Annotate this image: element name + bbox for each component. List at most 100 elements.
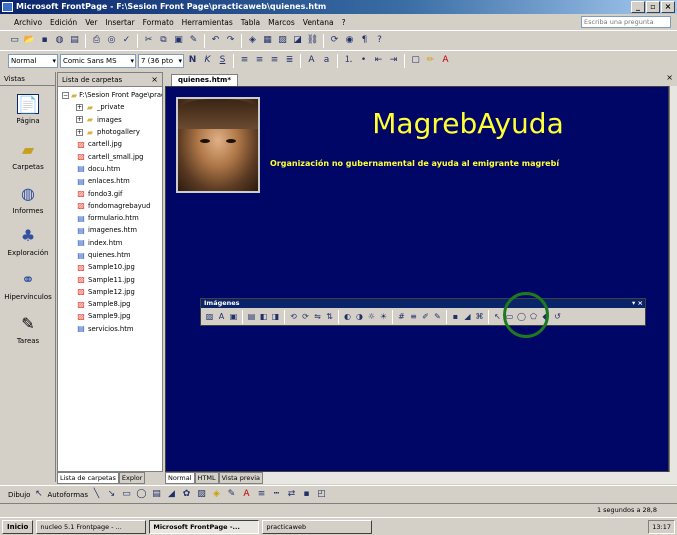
bevel-icon[interactable]: ▪ [450,311,461,322]
rotate-right-icon[interactable]: ⟳ [300,311,311,322]
menu-help[interactable]: ? [342,18,346,27]
tree-item[interactable]: + ▰ photogallery [76,126,162,138]
paste-icon[interactable]: ▣ [172,34,185,47]
paragraph-icon[interactable]: ¶ [358,34,371,47]
menu-marcos[interactable]: Marcos [268,18,295,27]
font-size-select[interactable]: 7 (36 pto [138,53,184,68]
more-contrast-icon[interactable]: ◐ [342,311,353,322]
folder-list-icon[interactable]: ▤ [68,34,81,47]
arrow-style-icon[interactable]: ⇄ [285,488,298,501]
decrease-font-icon[interactable]: a [320,54,333,67]
menu-formato[interactable]: Formato [143,18,174,27]
tree-item[interactable]: + ▰ images [76,114,162,126]
3d-icon[interactable]: ◰ [315,488,328,501]
line-style-icon[interactable]: ≡ [408,311,419,322]
resample-icon[interactable]: ◢ [462,311,473,322]
font-color-icon[interactable]: A [240,488,253,501]
line-icon[interactable]: ╲ [90,488,103,501]
page-editor[interactable]: MagrebAyuda Organización no gubernamenta… [165,86,669,472]
tree-item[interactable]: + ▰ _private [76,101,162,113]
oval-icon[interactable]: ◯ [135,488,148,501]
start-button[interactable]: Inicio [2,519,34,534]
autoshapes-menu[interactable]: Autoformas [47,491,88,499]
preview-icon[interactable]: ◎ [105,34,118,47]
menu-herramientas[interactable]: Herramientas [182,18,233,27]
insert-picture-icon[interactable]: ▨ [204,311,215,322]
rectangle-icon[interactable]: ▭ [120,488,133,501]
minimize-button[interactable]: _ [631,1,645,13]
redo-icon[interactable]: ↷ [224,34,237,47]
close-pane-icon[interactable]: × [151,73,158,87]
tree-item[interactable]: ▤ docu.htm [76,163,162,175]
cut-icon[interactable]: ✂ [142,34,155,47]
tree-item[interactable]: ▨ fondo3.gif [76,187,162,199]
undo-icon[interactable]: ↶ [209,34,222,47]
menu-insertar[interactable]: Insertar [105,18,134,27]
decrease-indent-icon[interactable]: ⇤ [372,54,385,67]
highlight-icon[interactable]: ✏ [424,54,437,67]
spelling-icon[interactable]: ✓ [120,34,133,47]
set-transparent-icon[interactable]: ✐ [420,311,431,322]
format-painter-icon[interactable]: ✎ [187,34,200,47]
tree-item[interactable]: ▨ Sample8.jpg [76,298,162,310]
tab-folder-list[interactable]: Lista de carpetas [57,472,119,484]
toolbar-close-icon[interactable]: ▾ × [632,299,643,308]
tree-item[interactable]: ▨ Sample10.jpg [76,261,162,273]
line-style-icon[interactable]: ≡ [255,488,268,501]
help-icon[interactable]: ? [373,34,386,47]
view-reports[interactable]: ◍ Informes [0,184,56,215]
drawing-icon[interactable]: ◪ [291,34,304,47]
tab-normal[interactable]: Normal [165,472,195,484]
dash-style-icon[interactable]: ┅ [270,488,283,501]
menu-ver[interactable]: Ver [85,18,97,27]
help-question-input[interactable]: Escriba una pregunta [581,16,671,28]
tree-item[interactable]: ▨ fondomagrebayud [76,200,162,212]
restore-icon[interactable]: ↺ [552,311,563,322]
menu-ventana[interactable]: Ventana [303,18,334,27]
stop-icon[interactable]: ◉ [343,34,356,47]
view-hyperlinks[interactable]: ⚭ Hipervínculos [0,270,56,301]
italic-icon[interactable]: K [201,54,214,67]
underline-icon[interactable]: S [216,54,229,67]
view-page[interactable]: 📄 Página [0,94,56,125]
tree-item[interactable]: ▨ cartell_small.jpg [76,150,162,162]
insert-table-icon[interactable]: ▦ [261,34,274,47]
align-left-icon[interactable]: ≡ [238,54,251,67]
tree-item[interactable]: ▤ servicios.htm [76,323,162,335]
shadow-icon[interactable]: ▪ [300,488,313,501]
flip-vertical-icon[interactable]: ⇅ [324,311,335,322]
numbering-icon[interactable]: ⒈ [342,54,355,67]
reset-picture-icon[interactable]: ⌘ [474,311,485,322]
tree-item[interactable]: ▤ imagenes.htm [76,224,162,236]
vertical-scrollbar[interactable] [669,86,677,472]
align-center-icon[interactable]: ≡ [253,54,266,67]
web-component-icon[interactable]: ◈ [246,34,259,47]
font-color-icon[interactable]: A [439,54,452,67]
align-right-icon[interactable]: ≡ [268,54,281,67]
line-color-icon[interactable]: ✎ [225,488,238,501]
increase-font-icon[interactable]: A [305,54,318,67]
tree-item[interactable]: ▨ Sample11.jpg [76,273,162,285]
justify-icon[interactable]: ≣ [283,54,296,67]
new-page-icon[interactable]: ▭ [8,34,21,47]
menu-tabla[interactable]: Tabla [241,18,260,27]
tree-item[interactable]: ▤ quienes.htm [76,249,162,261]
print-icon[interactable]: ⎙ [90,34,103,47]
wordart-icon[interactable]: ◢ [165,488,178,501]
expand-icon[interactable]: + [76,116,83,124]
expand-icon[interactable]: + [76,128,83,136]
task-nucleo[interactable]: nucleo 5.1 Frontpage - ... [36,519,147,534]
tree-item[interactable]: ▨ Sample12.jpg [76,286,162,298]
view-navigation[interactable]: ♣ Exploración [0,226,56,257]
view-folders[interactable]: ▰ Carpetas [0,140,56,171]
clipart-icon[interactable]: ✿ [180,488,193,501]
flip-horizontal-icon[interactable]: ⇋ [312,311,323,322]
style-select[interactable]: Normal [8,53,58,68]
task-frontpage[interactable]: Microsoft FrontPage -... [149,519,260,534]
auto-thumbnail-icon[interactable]: ▣ [228,311,239,322]
picture-icon[interactable]: ▨ [195,488,208,501]
open-icon[interactable]: 📂 [23,34,36,47]
tree-item[interactable]: ▤ index.htm [76,237,162,249]
expand-icon[interactable]: + [76,103,83,111]
bold-icon[interactable]: N [186,54,199,67]
